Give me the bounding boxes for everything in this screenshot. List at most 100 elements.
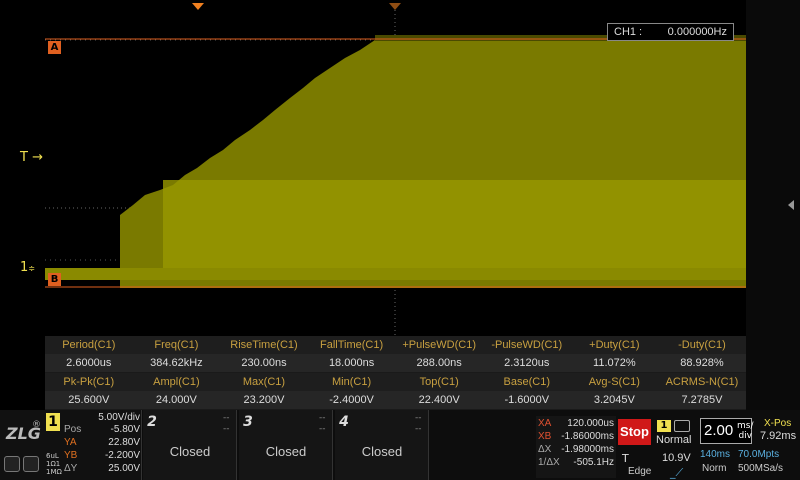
ch3-status: Closed bbox=[265, 444, 307, 459]
sample-rate: 500MSa/s bbox=[738, 463, 784, 474]
measurement-panel[interactable]: Period(C1) Freq(C1) RiseTime(C1) FallTime(C… bbox=[45, 336, 746, 410]
meas-label-r1-6: +Duty(C1) bbox=[589, 339, 640, 351]
acquisition-mode: Norm bbox=[702, 463, 727, 474]
channel-4-panel[interactable]: 4 -- -- Closed bbox=[335, 410, 429, 480]
meas-label-r1-1: Freq(C1) bbox=[154, 339, 199, 351]
ch1-number: 1 bbox=[46, 413, 60, 431]
ch1-pos-value: -5.80V bbox=[110, 424, 140, 435]
meas-value-r2-1: 24.000V bbox=[155, 394, 197, 406]
ch3-dash: -- bbox=[319, 413, 326, 423]
meas-value-r1-7: 88.928% bbox=[680, 357, 724, 369]
meas-value-r1-3: 18.000ns bbox=[328, 357, 375, 369]
ch4-number: 4 bbox=[339, 414, 349, 430]
meas-label-r2-5: Base(C1) bbox=[503, 376, 550, 388]
touch-icon[interactable] bbox=[4, 456, 20, 472]
meas-label-r2-3: Min(C1) bbox=[332, 376, 372, 388]
rising-edge-icon: _⟋ bbox=[670, 466, 684, 479]
ch1-ya-label: YA bbox=[64, 437, 77, 448]
trigger-position-marker[interactable] bbox=[192, 3, 204, 10]
ch1-yb-label: YB bbox=[64, 450, 78, 461]
meas-value-r2-5: -1.6000V bbox=[504, 394, 550, 406]
expand-menu-arrow-icon[interactable] bbox=[788, 200, 794, 210]
timebase-panel[interactable]: 2.00 ms/div X-Pos 7.92ms 140ms 70.0Mpts … bbox=[698, 416, 800, 478]
xb-label: XB bbox=[538, 431, 552, 442]
timebase-box[interactable]: 2.00 ms/div bbox=[700, 418, 754, 444]
meas-value-r2-0: 25.600V bbox=[68, 394, 110, 406]
status-bar: ZLG ® 1 5.00V/div Pos -5.80V YA 22.80V YB -… bbox=[0, 410, 800, 480]
meas-labels-row1: Period(C1) Freq(C1) RiseTime(C1) FallTime(C… bbox=[45, 336, 746, 354]
ch1-ground-marker[interactable]: 1≑ bbox=[20, 260, 35, 275]
sample-points: 70.0Mpts bbox=[738, 449, 780, 460]
meas-value-r2-3: -2.4000V bbox=[329, 394, 374, 406]
meas-value-r1-2: 230.00ns bbox=[241, 357, 287, 369]
ch1-pos-label: Pos bbox=[64, 424, 82, 435]
trigger-source: 1 bbox=[657, 420, 671, 432]
ch2-dash-2: -- bbox=[223, 424, 230, 434]
meas-value-r1-1: 384.62kHz bbox=[150, 357, 203, 369]
meas-label-r1-0: Period(C1) bbox=[62, 339, 116, 351]
xa-label: XA bbox=[538, 418, 552, 429]
meas-labels-row2: Pk-Pk(C1) Ampl(C1) Max(C1) Min(C1) Top(C1) Ba… bbox=[45, 373, 746, 391]
horizontal-center-marker[interactable] bbox=[389, 3, 401, 10]
ch1-dy-value: 25.00V bbox=[108, 463, 140, 474]
xpos-label: X-Pos bbox=[764, 418, 792, 429]
meas-label-r1-5: -PulseWD(C1) bbox=[491, 339, 563, 351]
timebase-value: 2.00 bbox=[704, 422, 734, 439]
meas-label-r1-7: -Duty(C1) bbox=[678, 339, 726, 351]
cursor-a-tag[interactable]: A bbox=[48, 41, 61, 54]
inv-dx-label: 1/ΔX bbox=[538, 457, 560, 468]
meas-label-r2-0: Pk-Pk(C1) bbox=[63, 376, 115, 388]
meas-label-r2-1: Ampl(C1) bbox=[153, 376, 200, 388]
ch1-yb-value: -2.200V bbox=[104, 450, 140, 461]
meas-label-r1-3: FallTime(C1) bbox=[320, 339, 384, 351]
meas-label-r1-2: RiseTime(C1) bbox=[230, 339, 298, 351]
cursor-b-tag[interactable]: B bbox=[48, 273, 61, 286]
ch4-dash-2: -- bbox=[415, 424, 422, 434]
dx-label: ΔX bbox=[538, 444, 552, 455]
ch2-status: Closed bbox=[169, 444, 211, 459]
frequency-counter: CH1 : 0.000000Hz bbox=[607, 23, 734, 41]
meas-value-r1-0: 2.6000us bbox=[66, 357, 112, 369]
memory-time: 140ms bbox=[700, 449, 731, 460]
meas-value-r2-4: 22.400V bbox=[418, 394, 460, 406]
meas-value-r2-7: 7.2785V bbox=[681, 394, 723, 406]
xb-value: -1.86000ms bbox=[561, 431, 614, 442]
meas-value-r1-5: 2.3120us bbox=[504, 357, 550, 369]
xpos-value: 7.92ms bbox=[760, 430, 797, 442]
ch2-dash: -- bbox=[223, 413, 230, 423]
inv-dx-value: -505.1Hz bbox=[573, 457, 614, 468]
ch3-number: 3 bbox=[243, 414, 253, 430]
channel-2-panel[interactable]: 2 -- -- Closed bbox=[143, 410, 237, 480]
ch2-number: 2 bbox=[147, 414, 157, 430]
ch4-status: Closed bbox=[361, 444, 403, 459]
freq-counter-label: CH1 : bbox=[614, 26, 643, 38]
registered-mark: ® bbox=[32, 420, 41, 430]
meas-value-r1-6: 11.072% bbox=[593, 357, 636, 369]
trigger-level-marker[interactable]: T → bbox=[20, 150, 43, 165]
ch4-dash: -- bbox=[415, 413, 422, 423]
trigger-mode: Normal bbox=[656, 434, 692, 446]
channel-3-panel[interactable]: 3 -- -- Closed bbox=[239, 410, 333, 480]
trigger-coupling-icon bbox=[674, 420, 690, 432]
ch1-coupling-info: 6uL 1Ω1 1MΩ bbox=[46, 452, 62, 476]
meas-values-row1: 2.6000us 384.62kHz 230.00ns 18.000ns 288.00n… bbox=[45, 354, 746, 372]
logo-area: ZLG ® bbox=[0, 410, 44, 480]
trace-envelope bbox=[45, 35, 746, 288]
cursor-readout[interactable]: XA 120.000us XB -1.86000ms ΔX -1.98000ms 1/… bbox=[536, 416, 616, 478]
waveform-display[interactable] bbox=[45, 10, 746, 337]
dx-value: -1.98000ms bbox=[561, 444, 614, 455]
ch1-vdiv: 5.00V/div bbox=[98, 412, 140, 423]
ch3-dash-2: -- bbox=[319, 424, 326, 434]
meas-value-r2-2: 23.200V bbox=[243, 394, 285, 406]
freq-counter-value: 0.000000Hz bbox=[667, 26, 727, 38]
ch1-ya-value: 22.80V bbox=[108, 437, 140, 448]
trigger-t-label: T bbox=[622, 452, 629, 465]
channel-1-panel[interactable]: 1 5.00V/div Pos -5.80V YA 22.80V YB -2.200V… bbox=[44, 410, 142, 480]
trigger-panel[interactable]: 1 Normal T 10.9V Edge _⟋ bbox=[618, 416, 696, 479]
meas-label-r2-2: Max(C1) bbox=[242, 376, 286, 388]
trigger-type: Edge bbox=[628, 466, 652, 477]
meas-values-row2: 25.600V 24.000V 23.200V -2.4000V 22.400V -1.6… bbox=[45, 391, 746, 409]
waveform-svg bbox=[45, 10, 746, 337]
timebase-unit: ms/div bbox=[737, 421, 754, 441]
zoom-icon[interactable] bbox=[23, 456, 39, 472]
